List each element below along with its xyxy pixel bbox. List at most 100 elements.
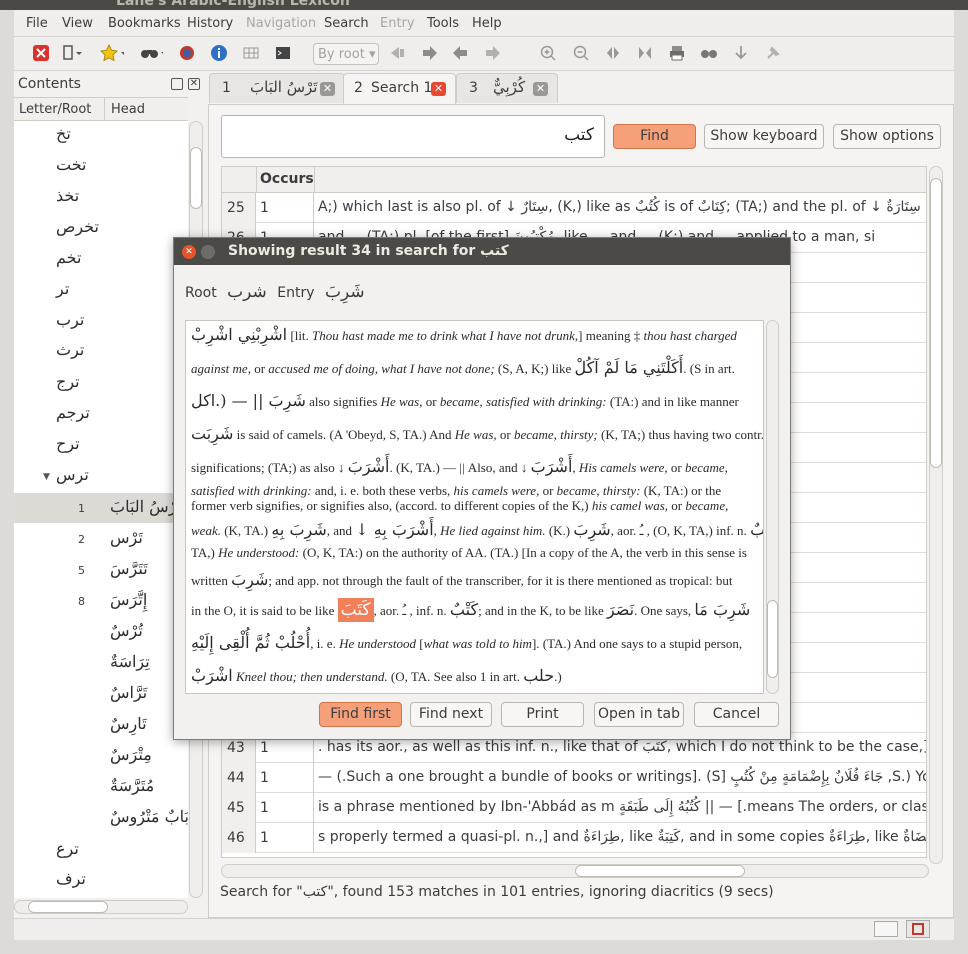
grid-icon[interactable] <box>239 42 263 64</box>
find-in-page-icon[interactable] <box>697 42 721 64</box>
pin-icon[interactable] <box>761 42 785 64</box>
tree-root[interactable]: ترع <box>14 836 188 866</box>
col-head[interactable]: Head <box>111 102 145 117</box>
entry-line: شَرِبَ || — (.اكل also signifies He was,… <box>191 391 739 410</box>
cancel-button[interactable]: Cancel <box>694 702 779 727</box>
dialog-vscroll-thumb[interactable] <box>767 600 778 678</box>
head-item[interactable]: تَرَّاسٌ <box>14 679 188 709</box>
search-binoculars-icon[interactable] <box>139 42 163 64</box>
head-item[interactable]: مِتْرَسٌ <box>14 741 188 771</box>
by-root-select[interactable]: By root ▾ <box>313 43 379 65</box>
menu-help[interactable]: Help <box>472 16 502 31</box>
result-row[interactable]: 45 1 is a phrase mentioned by Ibn-'Abbád a… <box>222 793 926 823</box>
menu-tools[interactable]: Tools <box>427 16 459 31</box>
tree-root[interactable]: تخم <box>14 245 188 275</box>
tree-root[interactable]: تخذ <box>14 183 188 213</box>
dialog-close-icon[interactable]: ✕ <box>182 245 196 259</box>
find-button[interactable]: Find <box>613 124 696 149</box>
download-arrow-icon[interactable] <box>729 42 753 64</box>
menu-search[interactable]: Search <box>324 16 369 31</box>
head-item-selected[interactable]: 1 تَرْسُ البَابَ <box>14 493 188 523</box>
tree-root-expanded[interactable]: ▼ ترس <box>14 462 188 492</box>
head-item[interactable]: تِرَاسَةٌ <box>14 648 188 678</box>
menu-file[interactable]: File <box>26 16 48 31</box>
zoom-out-icon[interactable] <box>569 42 593 64</box>
menu-entry[interactable]: Entry <box>380 16 415 31</box>
col-letter-root[interactable]: Letter/Root <box>19 102 91 117</box>
print-button[interactable]: Print <box>501 702 584 727</box>
info-icon[interactable] <box>207 42 231 64</box>
entry-line: former verb signifies, or signifies also… <box>191 498 728 514</box>
tree-root[interactable]: ترجم <box>14 400 188 430</box>
head-word: تَارِسٌ <box>110 714 147 733</box>
tree-root[interactable]: ترب <box>14 307 188 337</box>
zoom-in-icon[interactable] <box>536 42 560 64</box>
menu-history[interactable]: History <box>187 16 233 31</box>
tab-2-active[interactable]: 2 Search 1 ✕ <box>343 73 456 105</box>
close-tab-icon[interactable]: ✕ <box>533 82 548 96</box>
result-row[interactable]: 44 1— (.Such a one brought a bundle of bo… <box>222 763 926 793</box>
head-item[interactable]: 5 تَتَرَّسَ <box>14 555 188 585</box>
menu-navigation[interactable]: Navigation <box>246 16 316 31</box>
entry-text: . (S in art. <box>683 361 735 376</box>
result-row[interactable]: 25 1 A;) which last is also pl. of ↓ سِتَا… <box>222 193 926 223</box>
menu-bar: File View Bookmarks History Navigation S… <box>14 10 954 37</box>
entry-text: or <box>496 427 514 442</box>
head-item[interactable]: تُرْسٌ <box>14 617 188 647</box>
close-tab-icon[interactable]: ✕ <box>320 82 335 96</box>
last-root-icon[interactable] <box>481 42 505 64</box>
entry-text: in the O, it is said to be like <box>191 603 338 618</box>
show-options-button[interactable]: Show options <box>833 124 941 149</box>
results-hscroll-thumb[interactable] <box>575 865 745 877</box>
bookmark-icon[interactable] <box>100 42 124 64</box>
tab-num: 3 <box>469 80 478 96</box>
prev-root-icon[interactable] <box>449 42 473 64</box>
head-item[interactable]: تَارِسٌ <box>14 710 188 740</box>
tab-3[interactable]: 3 كُرْبِيٌّ ✕ <box>456 73 558 103</box>
head-item[interactable]: 2 تَرْس <box>14 524 188 554</box>
show-keyboard-button[interactable]: Show keyboard <box>704 124 824 149</box>
open-in-tab-button[interactable]: Open in tab <box>594 702 684 727</box>
keyboard-icon[interactable] <box>874 921 898 937</box>
entry-text: or <box>668 498 686 513</box>
first-root-icon[interactable] <box>385 42 409 64</box>
search-input[interactable]: كتب <box>221 115 605 158</box>
head-item[interactable]: بَابٌ مَتْرُوسٌ <box>14 803 188 833</box>
tree-root[interactable]: ترث <box>14 337 188 367</box>
print-icon[interactable] <box>665 42 689 64</box>
collapse-triangle-icon[interactable]: ▼ <box>43 472 50 482</box>
history-menu-icon[interactable] <box>60 42 84 64</box>
result-row[interactable]: 46 1 s properly termed a quasi-pl. n.,] an… <box>222 823 926 853</box>
tree-root[interactable]: ترح <box>14 431 188 461</box>
debug-icon[interactable] <box>906 920 930 938</box>
head-item[interactable]: 8 إِتَّرَسَ <box>14 586 188 616</box>
tree-root[interactable]: تخت <box>14 152 188 182</box>
widen-icon[interactable] <box>601 42 625 64</box>
contents-vscroll-thumb[interactable] <box>190 147 202 209</box>
close-pane-icon[interactable]: ✕ <box>188 78 200 90</box>
tab-1[interactable]: 1 تَرْسُ البَابَ ✕ <box>209 73 345 103</box>
menu-view[interactable]: View <box>62 16 93 31</box>
close-tab-icon[interactable]: ✕ <box>431 82 446 96</box>
dialog-minimize-icon[interactable] <box>201 245 215 259</box>
quit-icon[interactable] <box>29 42 53 64</box>
entry-value: شَرِبَ <box>324 282 365 302</box>
head-item[interactable]: مُتَرَّسَةٌ <box>14 772 188 802</box>
contents-hscroll-thumb[interactable] <box>28 901 108 913</box>
menu-bookmarks[interactable]: Bookmarks <box>108 16 181 31</box>
results-vscroll-thumb[interactable] <box>930 178 942 468</box>
tree-root[interactable]: تخرص <box>14 214 188 244</box>
next-root-icon[interactable] <box>417 42 441 64</box>
tree-root[interactable]: ترف <box>14 866 188 896</box>
find-next-button[interactable]: Find next <box>410 702 492 727</box>
tree-root[interactable]: تخ <box>14 121 188 151</box>
find-first-button[interactable]: Find first <box>319 702 402 727</box>
tree-root[interactable]: ترج <box>14 369 188 399</box>
col-occurs[interactable]: Occurs <box>260 171 314 187</box>
narrow-icon[interactable] <box>633 42 657 64</box>
terminal-icon[interactable] <box>271 42 295 64</box>
tree-root[interactable]: تر <box>14 276 188 306</box>
root-label: تر <box>56 279 70 298</box>
float-pane-icon[interactable] <box>171 78 183 90</box>
lane-icon[interactable] <box>175 42 199 64</box>
